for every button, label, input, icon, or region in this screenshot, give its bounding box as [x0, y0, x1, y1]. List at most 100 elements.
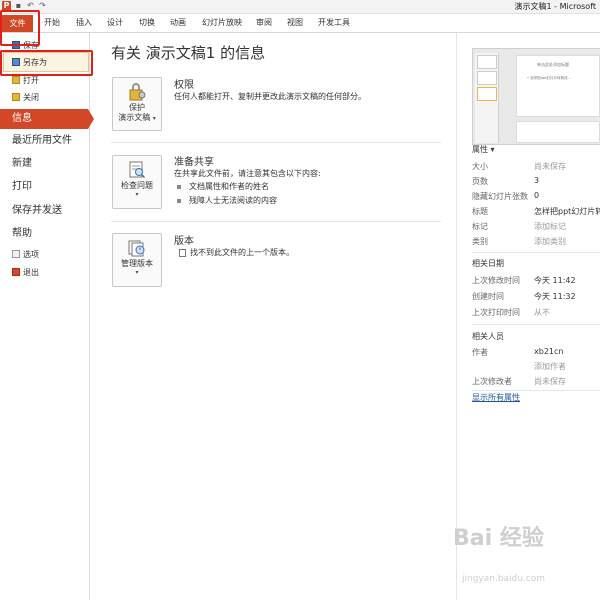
last-modified-by-key: 上次修改者	[472, 377, 512, 386]
nav-close-label: 关闭	[23, 92, 39, 102]
protect-label-2: 演示文稿 ▾	[118, 113, 156, 122]
related-people-heading: 相关人员	[472, 332, 504, 341]
check-issues-label: 检查问题	[121, 181, 153, 190]
divider	[472, 252, 600, 253]
date-val-modified: 今天 11:42	[534, 276, 576, 285]
divider	[472, 324, 600, 325]
version-file-icon	[179, 248, 186, 257]
backstage-nav: 保存 另存为 打开 关闭 信息 最近所用文件 新建 打印 保存并发送 帮助 选项…	[0, 33, 94, 600]
open-folder-icon	[12, 76, 20, 84]
prop-val-pages: 3	[534, 176, 540, 185]
prop-key-category: 类别	[472, 237, 488, 246]
protect-label-1: 保护	[129, 103, 145, 112]
prop-key-tags: 标记	[472, 222, 488, 231]
nav-print[interactable]: 打印	[0, 177, 90, 197]
tab-developer[interactable]: 开发工具	[318, 17, 350, 28]
prop-val-title[interactable]: 怎样把ppt幻灯片转换	[534, 206, 600, 217]
info-main: 有关 演示文稿1 的信息 保护 演示文稿 ▾ 权限 任何人都能打开、复制并更改此…	[91, 33, 456, 600]
versions-text: 找不到此文件的上一个版本。	[179, 247, 294, 258]
preview-slide-text: • 怎样把ppt幻灯片转换成...	[527, 76, 571, 80]
baidu-watermark-url: jingyan.baidu.com	[462, 574, 546, 584]
divider	[111, 142, 441, 143]
tab-design[interactable]: 设计	[107, 17, 123, 28]
author-key: 作者	[472, 348, 488, 357]
tab-home[interactable]: 开始	[44, 17, 60, 28]
slide-thumb-selected	[477, 87, 497, 101]
tab-slideshow[interactable]: 幻灯片放映	[202, 17, 242, 28]
baidu-watermark: Bai 经验	[453, 526, 544, 551]
prop-val-hidden: 0	[534, 191, 540, 200]
check-issues-caret: ▾	[135, 191, 139, 198]
nav-recent[interactable]: 最近所用文件	[0, 131, 90, 151]
prop-val-tags[interactable]: 添加标记	[534, 221, 566, 232]
prop-key-pages: 页数	[472, 177, 488, 186]
manage-versions-label: 管理版本	[121, 259, 153, 268]
nav-open-label: 打开	[23, 75, 39, 85]
last-modified-by-value: 尚未保存	[534, 377, 566, 386]
page-title: 有关 演示文稿1 的信息	[111, 44, 266, 62]
nav-new[interactable]: 新建	[0, 154, 90, 174]
related-dates-heading: 相关日期	[472, 259, 504, 268]
prop-key-title: 标题	[472, 207, 488, 216]
permissions-heading: 权限	[174, 80, 194, 91]
divider	[111, 221, 441, 222]
preview-slide-title: 单击此处添加标题	[537, 62, 569, 67]
date-key-created: 创建时间	[472, 292, 504, 301]
window-title: 演示文稿1 - Microsoft	[514, 2, 596, 11]
ribbon-tabs: 文件 开始 插入 设计 切换 动画 幻灯片放映 审阅 视图 开发工具	[0, 14, 600, 33]
prop-key-size: 大小	[472, 162, 488, 171]
date-val-printed: 从不	[534, 308, 550, 317]
tab-insert[interactable]: 插入	[76, 17, 92, 28]
prepare-bullet-2: 残障人士无法阅读的内容	[177, 195, 277, 206]
title-bar: P ▪ ↶ ↷ 演示文稿1 - Microsoft	[0, 0, 600, 14]
versions-icon	[127, 239, 147, 257]
redo-icon[interactable]: ↷	[38, 1, 47, 11]
tab-animations[interactable]: 动画	[170, 17, 186, 28]
manage-versions-button[interactable]: 管理版本 ▾	[112, 233, 162, 287]
close-folder-icon	[12, 93, 20, 101]
nav-save-send[interactable]: 保存并发送	[0, 201, 90, 221]
slide-thumb	[477, 55, 497, 69]
notes-pane	[516, 121, 600, 143]
nav-help[interactable]: 帮助	[0, 224, 90, 244]
prepare-text: 在共享此文件前，请注意其包含以下内容:	[174, 169, 321, 178]
highlight-save-as	[0, 50, 93, 76]
prepare-heading: 准备共享	[174, 157, 214, 168]
tab-view[interactable]: 视图	[287, 17, 303, 28]
protect-presentation-button[interactable]: 保护 演示文稿 ▾	[112, 77, 162, 131]
properties-panel: 单击此处添加标题 • 怎样把ppt幻灯片转换成... 属性 ▾ 大小 尚未保存 …	[456, 33, 600, 600]
show-all-properties-link[interactable]: 显示所有属性	[472, 392, 520, 403]
add-author-link[interactable]: 添加作者	[534, 361, 566, 372]
slide-thumbnails	[475, 53, 499, 143]
permissions-text: 任何人都能打开、复制并更改此演示文稿的任何部分。	[174, 92, 366, 101]
prop-val-size: 尚未保存	[534, 162, 566, 171]
exit-icon	[12, 268, 20, 276]
slide-canvas: 单击此处添加标题 • 怎样把ppt幻灯片转换成...	[516, 55, 600, 117]
presentation-preview[interactable]: 单击此处添加标题 • 怎样把ppt幻灯片转换成...	[472, 48, 600, 145]
highlight-file-tab	[0, 10, 40, 46]
nav-info[interactable]: 信息	[0, 109, 94, 129]
manage-versions-caret: ▾	[135, 269, 139, 276]
prepare-bullet-1: 文档属性和作者的姓名	[177, 181, 269, 192]
nav-options-label: 选项	[23, 249, 39, 259]
prop-val-category[interactable]: 添加类别	[534, 236, 566, 247]
slide-thumb	[477, 71, 497, 85]
tab-transitions[interactable]: 切换	[139, 17, 155, 28]
inspect-document-icon	[127, 161, 147, 179]
date-key-printed: 上次打印时间	[472, 308, 520, 317]
versions-heading: 版本	[174, 236, 194, 247]
nav-exit[interactable]: 退出	[0, 264, 90, 280]
nav-info-label: 信息	[12, 113, 32, 124]
nav-options[interactable]: 选项	[0, 246, 90, 262]
prop-key-hidden: 隐藏幻灯片张数	[472, 192, 528, 201]
nav-close[interactable]: 关闭	[0, 89, 90, 105]
divider	[472, 390, 600, 391]
check-issues-button[interactable]: 检查问题 ▾	[112, 155, 162, 209]
tab-review[interactable]: 审阅	[256, 17, 272, 28]
date-val-created: 今天 11:32	[534, 292, 576, 301]
nav-exit-label: 退出	[23, 267, 39, 277]
author-value[interactable]: xb21cn	[534, 347, 563, 356]
properties-heading[interactable]: 属性 ▾	[472, 144, 495, 155]
date-key-modified: 上次修改时间	[472, 276, 520, 285]
options-icon	[12, 250, 20, 258]
